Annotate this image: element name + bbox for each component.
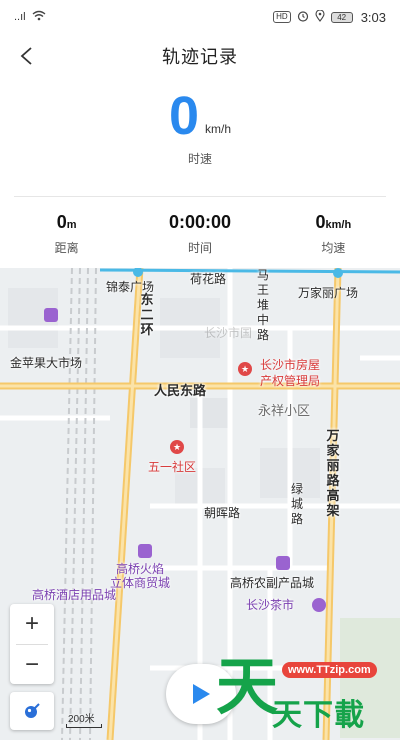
status-bar: ..ıl HD 42 3:03 bbox=[0, 0, 400, 34]
status-right: HD 42 3:03 bbox=[273, 8, 386, 25]
signal-icon: ..ıl bbox=[14, 11, 26, 23]
play-icon bbox=[193, 684, 210, 704]
map-label-yongxiang-district: 永祥小区 bbox=[258, 403, 311, 418]
community-poi-icon: ★ bbox=[170, 440, 184, 454]
zoom-controls: + − bbox=[10, 604, 54, 684]
location-icon bbox=[315, 8, 325, 25]
zoom-out-button[interactable]: − bbox=[10, 645, 54, 685]
map-label-agri-market: 高桥农副产品城 bbox=[230, 576, 315, 590]
clock-time: 3:03 bbox=[360, 9, 386, 25]
speed-value: 0 bbox=[168, 86, 200, 146]
compass-icon bbox=[25, 703, 40, 718]
speed-unit: km/h bbox=[205, 122, 232, 136]
watermark-url: www.TTzip.com bbox=[282, 662, 377, 678]
back-button[interactable] bbox=[10, 40, 42, 72]
battery-icon: 42 bbox=[330, 11, 353, 23]
map-label-wuyi-community: 五一社区 bbox=[148, 460, 197, 474]
stat-time-label: 时间 bbox=[187, 241, 212, 255]
map-label-real-estate-bureau-2: 产权管理局 bbox=[260, 374, 321, 388]
watermark-text: 天下載 bbox=[272, 698, 365, 733]
stats-row: 0m 距离 0:00:00 时间 0km/h 均速 bbox=[0, 212, 400, 262]
stat-distance-value: 0m bbox=[56, 212, 77, 232]
stat-avg-speed-label: 均速 bbox=[321, 241, 346, 255]
hd-badge: HD bbox=[273, 11, 291, 23]
stat-avg-speed: 0km/h 均速 bbox=[267, 212, 400, 262]
map-label-east-2nd-ring: 东二环 bbox=[140, 292, 154, 337]
map-label-jinpingguo-market: 金苹果大市场 bbox=[10, 356, 83, 370]
watermark-big-char: 天 bbox=[216, 650, 279, 723]
map-label-lucheng-road: 绿城路 bbox=[290, 482, 303, 526]
speed-display: 0 km/h 时速 bbox=[0, 88, 400, 168]
map-label-renmin-east-road: 人民东路 bbox=[154, 383, 207, 398]
stat-distance: 0m 距离 bbox=[0, 212, 133, 262]
stat-avg-speed-value: 0km/h bbox=[315, 212, 352, 232]
map-label-hotel-supplies: 高桥酒店用品城 bbox=[32, 588, 117, 602]
tea-market-poi-icon bbox=[312, 598, 326, 612]
stat-distance-label: 距离 bbox=[54, 241, 79, 255]
locate-button[interactable] bbox=[10, 692, 54, 730]
speed-label: 时速 bbox=[187, 152, 212, 166]
map-label-faded: 长沙市国 bbox=[204, 326, 253, 340]
map-label-mawangdui-road: 马王堆中路 bbox=[256, 268, 269, 342]
stat-time: 0:00:00 时间 bbox=[133, 212, 266, 262]
stat-time-value: 0:00:00 bbox=[168, 212, 232, 232]
map-label-hehua-road: 荷花路 bbox=[190, 272, 227, 286]
mall-poi-icon bbox=[44, 308, 58, 322]
market-poi-icon bbox=[276, 556, 290, 570]
map-label-real-estate-bureau: 长沙市房屋 bbox=[260, 358, 321, 372]
status-left: ..ıl bbox=[14, 10, 46, 24]
zoom-in-button[interactable]: + bbox=[10, 604, 54, 644]
map-label-wanjiali-square: 万家丽广场 bbox=[298, 286, 359, 300]
map-label-gaoqiao-huoyan-2: 立体商贸城 bbox=[110, 576, 171, 590]
alarm-icon bbox=[297, 10, 309, 25]
app-header: 轨迹记录 bbox=[0, 36, 400, 76]
divider bbox=[14, 196, 386, 197]
page-title: 轨迹记录 bbox=[162, 47, 238, 67]
watermark: 天 www.TTzip.com 天下載 bbox=[210, 648, 400, 740]
chevron-left-icon bbox=[20, 47, 32, 65]
government-poi-icon: ★ bbox=[238, 362, 252, 376]
wifi-icon bbox=[32, 10, 46, 24]
shopping-poi-icon bbox=[138, 544, 152, 558]
map-scale-bar bbox=[66, 724, 102, 728]
map-scale-label: 200米 bbox=[68, 714, 95, 725]
map-label-chaohui-road: 朝晖路 bbox=[204, 506, 241, 520]
map-label-wanjiali-elevated: 万家丽路高架 bbox=[326, 428, 340, 518]
map-label-tea-market: 长沙茶市 bbox=[246, 598, 295, 612]
map-view[interactable]: 荷花路 锦泰广场 东二环 马王堆中路 万家丽广场 长沙市国 金苹果大市场 ★ 长… bbox=[0, 268, 400, 740]
